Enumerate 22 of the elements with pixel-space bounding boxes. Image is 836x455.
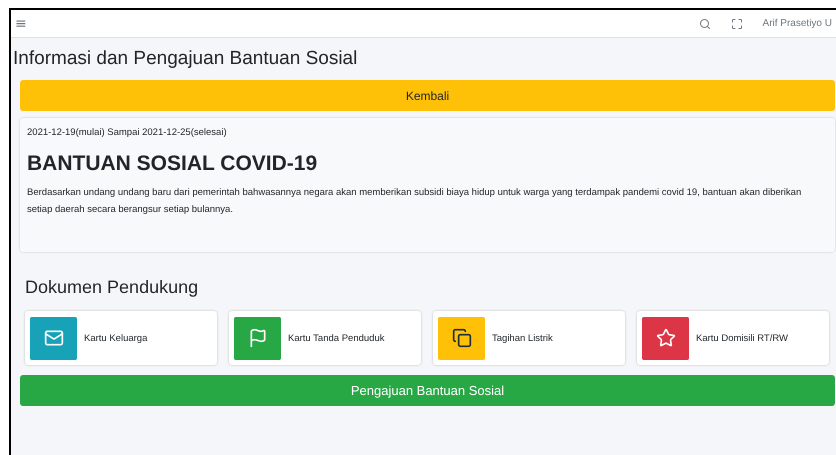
envelope-icon xyxy=(44,328,64,348)
document-card[interactable]: Kartu Tanda Penduduk xyxy=(229,311,421,365)
document-label: Kartu Tanda Penduduk xyxy=(288,332,384,344)
fullscreen-icon[interactable] xyxy=(730,18,743,30)
document-card[interactable]: Kartu Keluarga xyxy=(25,311,217,365)
copy-icon xyxy=(452,328,472,348)
program-period: 2021-12-19(mulai) Sampai 2021-12-25(selesai) xyxy=(27,127,228,138)
search-icon[interactable] xyxy=(698,18,711,30)
document-label: Kartu Keluarga xyxy=(84,332,148,344)
page-title: Informasi dan Pengajuan Bantuan Sosial xyxy=(13,48,358,70)
document-label: Kartu Domisili RT/RW xyxy=(696,332,788,344)
document-card[interactable]: Kartu Domisili RT/RW xyxy=(637,311,829,365)
section-title: Dokumen Pendukung xyxy=(25,277,200,298)
back-button[interactable]: Kembali xyxy=(20,80,835,111)
flag-icon xyxy=(248,328,268,348)
document-card[interactable]: Tagihan Listrik xyxy=(433,311,625,365)
user-name[interactable]: Arif Prasetiyo U xyxy=(762,18,832,29)
program-description: Berdasarkan undang undang baru dari pemerintah bahwasannya negara akan memberikan subsidi biaya hidup untuk warga yang terdampak pandemi covid 19, bantuan akan diberikan setiap daerah secara berangsur setiap bulannya. xyxy=(27,186,802,217)
menu-icon[interactable]: ≡ xyxy=(15,16,27,30)
document-label: Tagihan Listrik xyxy=(492,332,553,344)
star-icon xyxy=(656,328,676,348)
program-title: BANTUAN SOSIAL COVID-19 xyxy=(27,152,318,176)
